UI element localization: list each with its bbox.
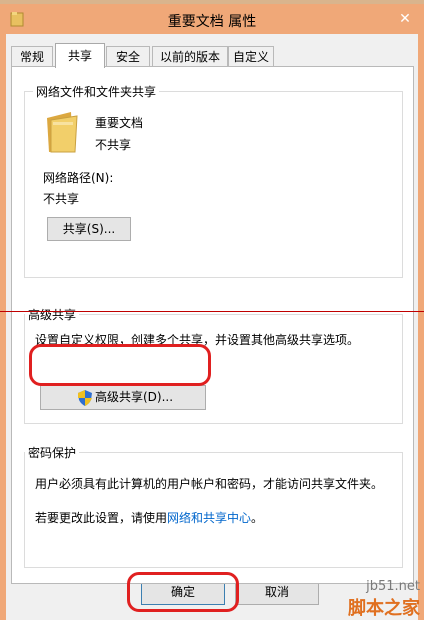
title-bar: 重要文档 属性 ✕ (0, 4, 424, 34)
annotation-circle-advanced-sharing (29, 344, 211, 386)
password-protection-group-title: 密码保护 (25, 444, 80, 461)
sharing-tab-pane: 网络文件和文件夹共享 重要文档 不共享 网络路径(N): 不共享 共享(S)..… (11, 66, 414, 584)
site-watermark: jb51.net 脚本之家 (348, 579, 420, 620)
change-setting-prefix: 若要更改此设置，请使用 (35, 511, 168, 525)
tab-sharing[interactable]: 共享 (55, 43, 105, 68)
share-button[interactable]: 共享(S)... (47, 217, 131, 241)
network-path-label: 网络路径(N): (43, 171, 114, 185)
advanced-sharing-button[interactable]: 高级共享(D)... (40, 385, 206, 410)
network-path-value: 不共享 (43, 192, 80, 206)
close-icon[interactable]: ✕ (392, 8, 418, 30)
dialog-client-area: 常规 共享 安全 以前的版本 自定义 网络文件和文件夹共享 重要文档 不共享 网… (6, 34, 418, 620)
advanced-sharing-button-label: 高级共享(D)... (95, 390, 174, 404)
watermark-site: jb51.net (366, 579, 420, 594)
network-sharing-center-link[interactable]: 网络和共享中心 (167, 511, 251, 525)
folder-icon (47, 112, 78, 153)
change-setting-suffix: 。 (251, 511, 264, 525)
tab-general[interactable]: 常规 (11, 46, 53, 67)
window-title: 重要文档 属性 (167, 14, 257, 30)
tab-customize[interactable]: 自定义 (228, 46, 274, 67)
properties-window: 重要文档 属性 ✕ 常规 共享 安全 以前的版本 自定义 网络文件和文件夹共享 … (0, 0, 424, 620)
tab-security[interactable]: 安全 (106, 46, 150, 67)
network-sharing-group-title: 网络文件和文件夹共享 (33, 83, 160, 100)
change-setting-text: 若要更改此设置，请使用网络和共享中心。 (35, 509, 263, 526)
annotation-line (0, 311, 424, 312)
tab-previous-versions[interactable]: 以前的版本 (152, 46, 228, 67)
network-sharing-group: 网络文件和文件夹共享 重要文档 不共享 网络路径(N): 不共享 共享(S)..… (24, 83, 403, 278)
folder-share-status: 不共享 (95, 138, 132, 152)
advanced-sharing-group-title: 高级共享 (25, 306, 80, 323)
annotation-circle-ok (127, 572, 239, 612)
password-protection-group: 密码保护 用户必须具有此计算机的用户帐户和密码，才能访问共享文件夹。 若要更改此… (24, 444, 403, 568)
uac-shield-icon (78, 390, 92, 406)
password-protection-description: 用户必须具有此计算机的用户帐户和密码，才能访问共享文件夹。 (35, 477, 384, 491)
watermark-brand: 脚本之家 (348, 598, 420, 619)
folder-name: 重要文档 (95, 116, 144, 130)
